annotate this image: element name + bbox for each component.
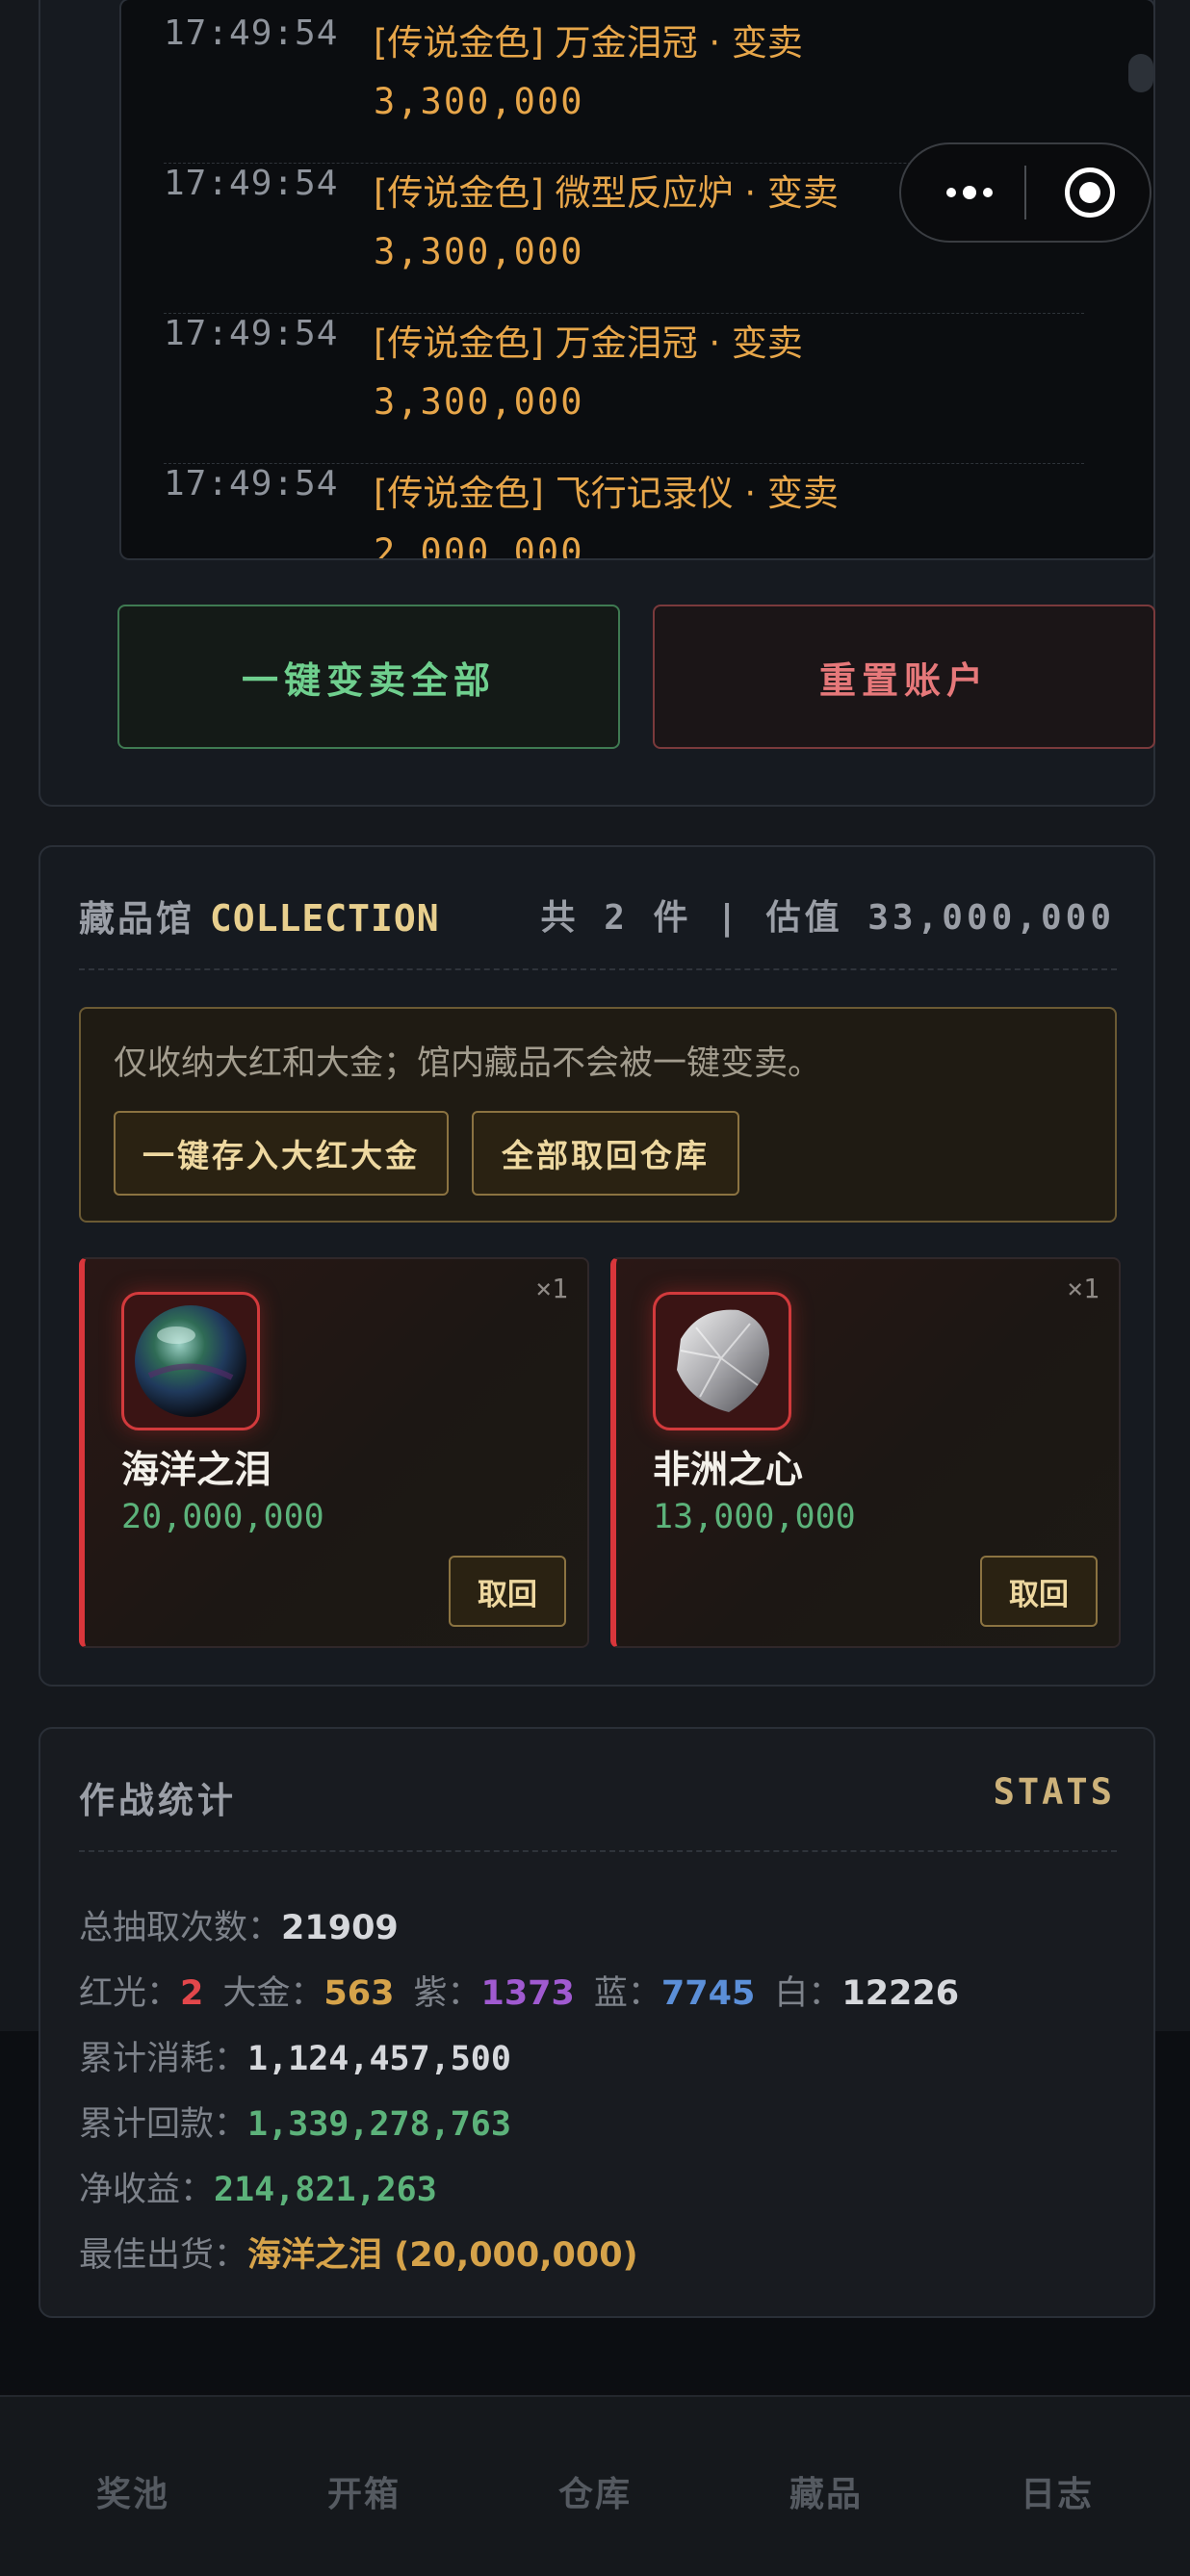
tab-warehouse[interactable]: 仓库 (479, 2466, 711, 2516)
capsule-divider (1024, 166, 1026, 219)
stat-label: 最佳出货： (79, 2236, 248, 2275)
log-value: 3,300,000 (374, 81, 584, 122)
more-menu-icon[interactable] (930, 144, 1009, 241)
stat-label: 蓝： (593, 1974, 661, 2013)
collection-panel: 藏品馆 COLLECTION 共 2 件 | 估值 33,000,000 仅收纳… (39, 845, 1155, 1687)
log-entry: 17:49:54 [传说金色] 飞行记录仪 · 变卖 2,000,000 (164, 464, 1084, 560)
stat-blue-value: 7745 (660, 1974, 756, 2013)
diamond-icon (653, 1292, 791, 1430)
stat-label: 累计消耗： (79, 2040, 248, 2078)
stat-label: 红光： (79, 1974, 181, 2013)
close-miniprogram-icon[interactable] (1065, 167, 1115, 218)
log-entry: 17:49:54 [传说金色] 万金泪冠 · 变卖 3,300,000 (164, 314, 1084, 464)
log-list[interactable]: 17:49:54 [传说金色] 万金泪冠 · 变卖 3,300,000 17:4… (119, 0, 1155, 560)
reset-account-button[interactable]: 重置账户 (653, 605, 1155, 749)
collection-title-en: COLLECTION (209, 897, 440, 940)
stat-white-value: 12226 (841, 1974, 960, 2013)
stat-returned: 累计回款：1,339,278,763 (79, 2097, 511, 2146)
withdraw-all-button[interactable]: 全部取回仓库 (472, 1111, 739, 1196)
log-time: 17:49:54 (164, 464, 339, 503)
item-price: 20,000,000 (121, 1498, 324, 1536)
miniprogram-capsule (899, 142, 1151, 243)
log-panel: 17:49:54 [传说金色] 万金泪冠 · 变卖 3,300,000 17:4… (39, 0, 1155, 807)
collection-notice: 仅收纳大红和大金；馆内藏品不会被一键变卖。 一键存入大红大金 全部取回仓库 (79, 1007, 1117, 1223)
notice-text: 仅收纳大红和大金；馆内藏品不会被一键变卖。 (114, 1044, 822, 1083)
item-quantity: ×1 (535, 1273, 568, 1304)
stat-red-value: 2 (180, 1974, 204, 2013)
collection-item-card: ×1 非洲之心 13,000,000 取回 (610, 1257, 1121, 1648)
collection-title: 藏品馆 COLLECTION (79, 889, 440, 941)
item-price: 13,000,000 (653, 1498, 856, 1536)
log-text: [传说金色] 飞行记录仪 · 变卖 (374, 473, 839, 514)
stats-panel: 作战统计 STATS 总抽取次数：21909 红光：2 大金：563 紫：1373 蓝… (39, 1727, 1155, 2318)
log-time: 17:49:54 (164, 164, 339, 203)
tab-open-box[interactable]: 开箱 (248, 2466, 479, 2516)
pearl-icon (121, 1292, 260, 1430)
log-text: [传说金色] 万金泪冠 · 变卖 (374, 322, 803, 364)
tab-collection[interactable]: 藏品 (711, 2466, 942, 2516)
log-entry: 17:49:54 [传说金色] 万金泪冠 · 变卖 3,300,000 (164, 13, 1084, 164)
retrieve-button[interactable]: 取回 (449, 1556, 566, 1627)
tab-pool[interactable]: 奖池 (17, 2466, 248, 2516)
stat-label: 净收益： (79, 2171, 215, 2209)
bottom-tab-bar: 奖池 开箱 仓库 藏品 日志 (0, 2395, 1190, 2576)
stat-value: 1,124,457,500 (247, 2040, 511, 2078)
deposit-red-gold-button[interactable]: 一键存入大红大金 (114, 1111, 449, 1196)
log-value: 3,300,000 (374, 381, 584, 423)
log-time: 17:49:54 (164, 13, 339, 53)
log-text: [传说金色] 微型反应炉 · 变卖 (374, 172, 839, 214)
item-name: 非洲之心 (653, 1449, 804, 1492)
tab-log[interactable]: 日志 (942, 2466, 1173, 2516)
collection-title-cn: 藏品馆 (79, 898, 194, 940)
stats-title-en: STATS (993, 1771, 1115, 1813)
retrieve-button[interactable]: 取回 (980, 1556, 1098, 1627)
stat-rarity-counts: 红光：2 大金：563 紫：1373 蓝：7745 白：12226 (79, 1966, 959, 2015)
stat-label: 总抽取次数： (79, 1909, 282, 1947)
stat-label: 累计回款： (79, 2105, 248, 2144)
divider (79, 1850, 1117, 1852)
stats-title: 作战统计 (79, 1780, 237, 1821)
stat-spent: 累计消耗：1,124,457,500 (79, 2031, 511, 2080)
stat-value: 214,821,263 (214, 2171, 437, 2209)
divider (79, 968, 1117, 970)
scrollbar-thumb[interactable] (1128, 54, 1153, 92)
stat-gold-value: 563 (323, 1974, 395, 2013)
stat-value: 海洋之泪 (20,000,000) (247, 2236, 638, 2275)
stat-value: 21909 (281, 1909, 399, 1947)
stat-purple-value: 1373 (480, 1974, 575, 2013)
stat-label: 紫： (413, 1974, 481, 2013)
stat-label: 白： (774, 1974, 842, 2013)
stat-best: 最佳出货：海洋之泪 (20,000,000) (79, 2228, 638, 2277)
item-quantity: ×1 (1067, 1273, 1099, 1304)
stat-net: 净收益：214,821,263 (79, 2162, 437, 2211)
sell-all-button[interactable]: 一键变卖全部 (117, 605, 620, 749)
stat-label: 大金： (222, 1974, 324, 2013)
log-value: 2,000,000 (374, 531, 584, 560)
log-value: 3,300,000 (374, 231, 584, 272)
stat-total-draws: 总抽取次数：21909 (79, 1900, 399, 1949)
log-text: [传说金色] 万金泪冠 · 变卖 (374, 22, 803, 64)
collection-item-card: ×1 海洋之泪 20,000,000 取回 (79, 1257, 589, 1648)
log-time: 17:49:54 (164, 314, 339, 353)
stat-value: 1,339,278,763 (247, 2105, 511, 2144)
item-name: 海洋之泪 (121, 1449, 272, 1492)
collection-summary: 共 2 件 | 估值 33,000,000 (540, 898, 1115, 938)
